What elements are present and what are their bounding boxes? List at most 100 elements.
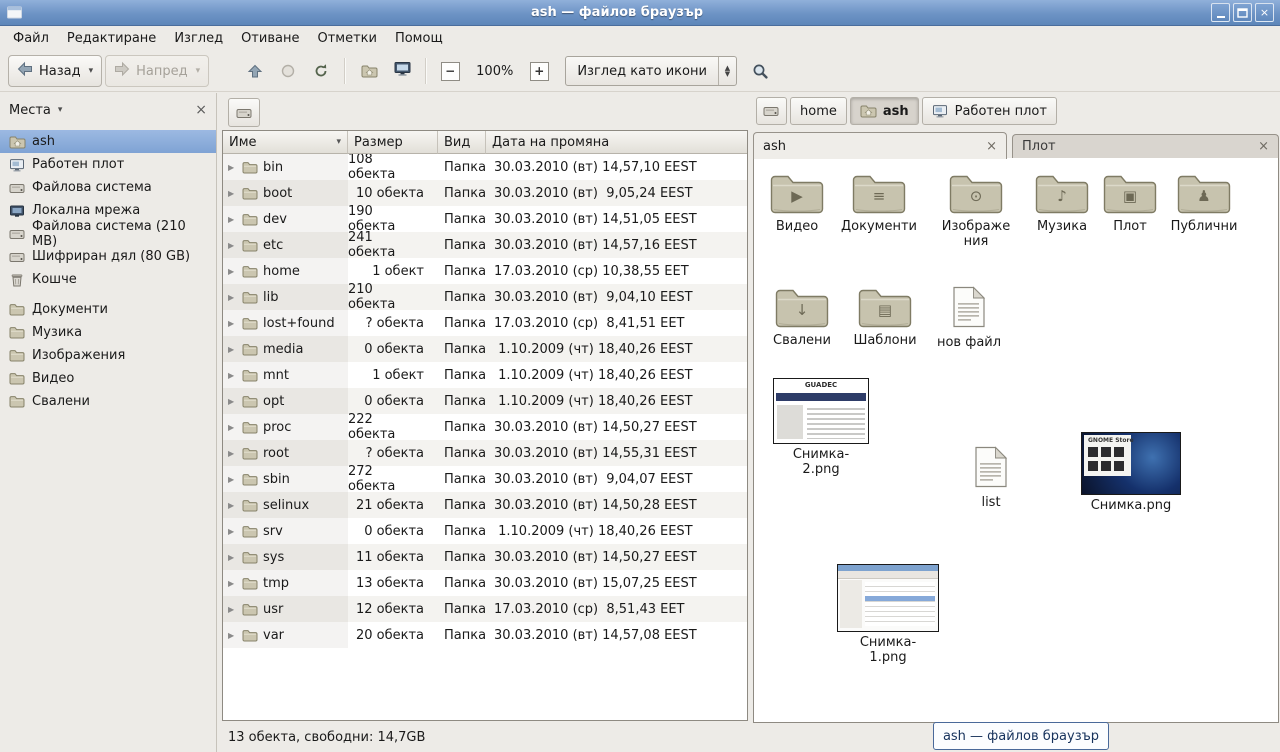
file-row[interactable]: ▶media0 обектаПапка 1.10.2009 (чт) 18,40… [223,336,747,362]
pathbar-button[interactable]: Работен плот [922,97,1057,125]
tab-Плот[interactable]: Плот× [1012,134,1279,158]
sidebar-item[interactable]: Файлова система (210 MB) [0,222,216,245]
file-row[interactable]: ▶selinux21 обектаПапка30.03.2010 (вт) 14… [223,492,747,518]
tab-ash[interactable]: ash× [753,132,1007,159]
expander-icon[interactable]: ▶ [228,631,238,640]
expander-icon[interactable]: ▶ [228,605,238,614]
expander-icon[interactable]: ▶ [228,189,238,198]
pathbar-root-button[interactable] [228,98,260,127]
expander-icon[interactable]: ▶ [228,215,238,224]
reload-button[interactable] [306,56,336,86]
view-mode-select[interactable]: Изглед като икони ▲▼ [565,56,737,86]
sidebar-item[interactable]: Файлова система [0,176,216,199]
column-header[interactable]: Вид [438,131,486,154]
file-row[interactable]: ▶usr12 обектаПапка17.03.2010 (ср) 8,51,4… [223,596,747,622]
expander-icon[interactable]: ▶ [228,319,238,328]
expander-icon[interactable]: ▶ [228,397,238,406]
close-button[interactable]: × [1255,3,1274,22]
file-row[interactable]: ▶tmp13 обектаПапка30.03.2010 (вт) 15,07,… [223,570,747,596]
menu-item[interactable]: Редактиране [58,28,165,49]
sidebar-item[interactable]: Видео [0,367,216,390]
taskbar-window-button[interactable]: ash — файлов браузър [933,722,1109,750]
expander-icon[interactable]: ▶ [228,553,238,562]
icon-view-item[interactable]: GUADECСнимка-2.png [773,378,869,477]
file-row[interactable]: ▶lost+found? обектаПапка17.03.2010 (ср) … [223,310,747,336]
file-row[interactable]: ▶var20 обектаПапка30.03.2010 (вт) 14,57,… [223,622,747,648]
zoom-in-button[interactable]: + [524,56,554,86]
menu-item[interactable]: Отметки [308,28,385,49]
file-row[interactable]: ▶etc241 обектаПапка30.03.2010 (вт) 14,57… [223,232,747,258]
expander-icon[interactable]: ▶ [228,267,238,276]
sidebar-selector[interactable]: Места ▾ [9,103,62,118]
icon-view-item[interactable]: ⊙Изображения [930,172,1022,249]
icon-view-item[interactable]: ▶Видео [762,172,832,234]
file-row[interactable]: ▶sys11 обектаПапка30.03.2010 (вт) 14,50,… [223,544,747,570]
sidebar-item[interactable]: Музика [0,321,216,344]
icon-view-item[interactable]: ↓Свалени [766,286,838,348]
icon-view-item[interactable]: нов файл [932,286,1006,350]
sidebar-item[interactable]: Свалени [0,390,216,413]
tab-close-button[interactable]: × [1258,140,1269,153]
icon-view-item[interactable]: ♪Музика [1026,172,1098,234]
combo-arrows-icon[interactable]: ▲▼ [718,57,736,85]
file-row[interactable]: ▶lib210 обектаПапка30.03.2010 (вт) 9,04,… [223,284,747,310]
menu-item[interactable]: Отиване [232,28,308,49]
expander-icon[interactable]: ▶ [228,579,238,588]
menu-item[interactable]: Файл [4,28,58,49]
up-button[interactable] [240,56,270,86]
computer-button[interactable] [387,56,417,86]
icon-view-item[interactable]: ≡Документи [836,172,922,234]
tab-close-button[interactable]: × [986,140,997,153]
expander-icon[interactable]: ▶ [228,345,238,354]
file-row[interactable]: ▶proc222 обектаПапка30.03.2010 (вт) 14,5… [223,414,747,440]
home-button[interactable] [354,56,384,86]
icon-view-item[interactable]: list [960,446,1022,510]
sidebar-item[interactable]: Кошче [0,268,216,291]
expander-icon[interactable]: ▶ [228,423,238,432]
column-header[interactable]: Име▾ [223,131,348,154]
expander-icon[interactable]: ▶ [228,371,238,380]
file-row[interactable]: ▶bin108 обектаПапка30.03.2010 (вт) 14,57… [223,154,747,180]
pathbar-button[interactable] [756,97,787,125]
maximize-button[interactable] [1233,3,1252,22]
file-row[interactable]: ▶srv0 обектаПапка 1.10.2009 (чт) 18,40,2… [223,518,747,544]
sidebar-item[interactable]: Изображения [0,344,216,367]
forward-button[interactable]: Напред ▾ [105,55,209,87]
file-row[interactable]: ▶opt0 обектаПапка 1.10.2009 (чт) 18,40,2… [223,388,747,414]
sidebar-item[interactable]: ash [0,130,216,153]
file-row[interactable]: ▶home1 обектПапка17.03.2010 (ср) 10,38,5… [223,258,747,284]
file-row[interactable]: ▶sbin272 обектаПапка30.03.2010 (вт) 9,04… [223,466,747,492]
expander-icon[interactable]: ▶ [228,449,238,458]
icon-view-item[interactable]: ♟Публични [1164,172,1244,234]
stop-button[interactable] [273,56,303,86]
menu-item[interactable]: Помощ [386,28,452,49]
icon-view-item[interactable]: ▣Плот [1100,172,1160,234]
expander-icon[interactable]: ▶ [228,293,238,302]
sidebar-item[interactable]: Шифриран дял (80 GB) [0,245,216,268]
expander-icon[interactable]: ▶ [228,501,238,510]
column-header[interactable]: Дата на промяна [486,131,747,154]
minimize-button[interactable] [1211,3,1230,22]
sidebar-item[interactable]: Работен плот [0,153,216,176]
file-row[interactable]: ▶mnt1 обектПапка 1.10.2009 (чт) 18,40,26… [223,362,747,388]
icon-view-item[interactable]: Снимка-1.png [836,564,940,665]
expander-icon[interactable]: ▶ [228,241,238,250]
icon-view-item[interactable]: GNOME StoreСнимка.png [1080,432,1182,513]
back-button[interactable]: Назад ▾ [8,55,102,87]
file-row[interactable]: ▶root? обектаПапка30.03.2010 (вт) 14,55,… [223,440,747,466]
search-button[interactable] [746,56,776,86]
icon-view-item[interactable]: ▤Шаблони [848,286,922,348]
expander-icon[interactable]: ▶ [228,527,238,536]
pathbar-button[interactable]: home [790,97,847,125]
titlebar[interactable]: ash — файлов браузър × [0,0,1280,26]
column-header[interactable]: Размер [348,131,438,154]
expander-icon[interactable]: ▶ [228,163,238,172]
back-dropdown-icon[interactable]: ▾ [89,66,94,76]
file-row[interactable]: ▶boot10 обектаПапка30.03.2010 (вт) 9,05,… [223,180,747,206]
file-row[interactable]: ▶dev190 обектаПапка30.03.2010 (вт) 14,51… [223,206,747,232]
expander-icon[interactable]: ▶ [228,475,238,484]
zoom-out-button[interactable]: − [435,56,465,86]
pathbar-button[interactable]: ash [850,97,919,125]
sidebar-close-button[interactable]: × [195,103,207,117]
menu-item[interactable]: Изглед [165,28,232,49]
